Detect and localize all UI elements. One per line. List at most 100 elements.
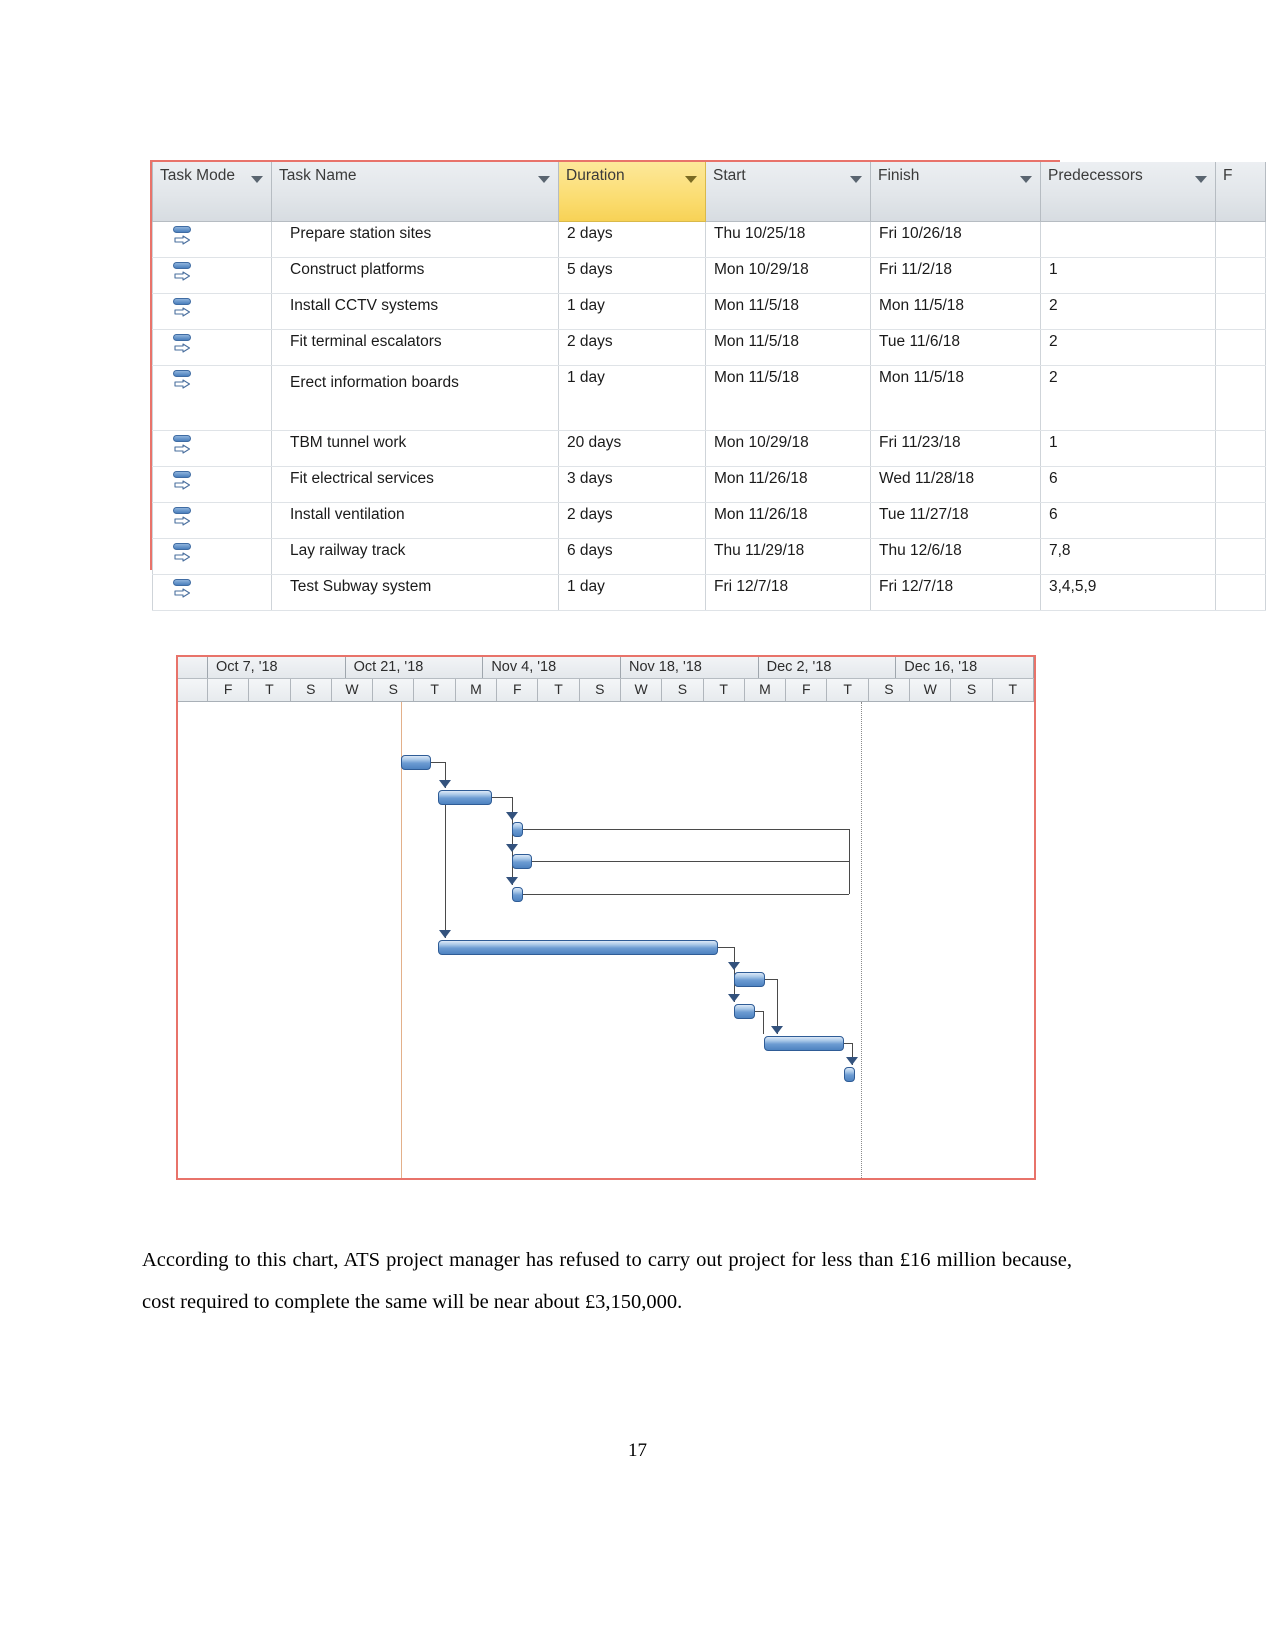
gantt-bar[interactable] bbox=[734, 1004, 755, 1019]
table-row[interactable]: Install CCTV systems 1 day Mon 11/5/18 Mon … bbox=[152, 293, 1266, 330]
chevron-down-icon[interactable] bbox=[685, 176, 697, 183]
cell-start[interactable]: Thu 10/25/18 bbox=[705, 221, 871, 258]
column-header-finish[interactable]: Finish bbox=[870, 162, 1041, 222]
auto-schedule-icon bbox=[173, 369, 195, 393]
gantt-bar[interactable] bbox=[734, 972, 765, 987]
cell-predecessors[interactable]: 6 bbox=[1040, 466, 1216, 503]
gantt-bar[interactable] bbox=[438, 940, 718, 955]
cell-start[interactable]: Mon 11/5/18 bbox=[705, 293, 871, 330]
cell-task-name[interactable]: Install ventilation bbox=[271, 502, 559, 539]
table-row[interactable]: Fit electrical services 3 days Mon 11/26/1… bbox=[152, 466, 1266, 503]
cell-task-name[interactable]: Lay railway track bbox=[271, 538, 559, 575]
cell-duration[interactable]: 5 days bbox=[558, 257, 706, 294]
table-row[interactable]: Install ventilation 2 days Mon 11/26/18 Tue… bbox=[152, 502, 1266, 539]
cell-task-name[interactable]: Fit terminal escalators bbox=[271, 329, 559, 366]
cell-predecessors[interactable]: 2 bbox=[1040, 365, 1216, 431]
column-header-truncated[interactable]: F bbox=[1215, 162, 1266, 222]
cell-duration[interactable]: 3 days bbox=[558, 466, 706, 503]
cell-truncated bbox=[1215, 293, 1266, 330]
cell-duration[interactable]: 1 day bbox=[558, 293, 706, 330]
cell-task-mode[interactable] bbox=[152, 574, 272, 611]
chevron-down-icon[interactable] bbox=[251, 176, 263, 183]
cell-duration[interactable]: 1 day bbox=[558, 365, 706, 431]
gantt-day-label: W bbox=[621, 679, 663, 701]
cell-task-mode[interactable] bbox=[152, 502, 272, 539]
cell-duration[interactable]: 2 days bbox=[558, 502, 706, 539]
chevron-down-icon[interactable] bbox=[538, 176, 550, 183]
cell-predecessors[interactable]: 3,4,5,9 bbox=[1040, 574, 1216, 611]
table-row[interactable]: TBM tunnel work 20 days Mon 10/29/18 Fri 11… bbox=[152, 430, 1266, 467]
cell-task-name[interactable]: Test Subway system bbox=[271, 574, 559, 611]
cell-predecessors[interactable]: 7,8 bbox=[1040, 538, 1216, 575]
cell-duration[interactable]: 6 days bbox=[558, 538, 706, 575]
gantt-bar[interactable] bbox=[401, 755, 431, 770]
table-row[interactable]: Test Subway system 1 day Fri 12/7/18 Fri 12… bbox=[152, 574, 1266, 611]
cell-task-mode[interactable] bbox=[152, 221, 272, 258]
gantt-link-segment bbox=[492, 797, 512, 798]
cell-predecessors[interactable]: 2 bbox=[1040, 293, 1216, 330]
gantt-bar[interactable] bbox=[764, 1036, 844, 1051]
table-row[interactable]: Erect information boards 1 day Mon 11/5/18… bbox=[152, 365, 1266, 431]
cell-task-mode[interactable] bbox=[152, 430, 272, 467]
cell-start[interactable]: Thu 11/29/18 bbox=[705, 538, 871, 575]
cell-duration[interactable]: 2 days bbox=[558, 221, 706, 258]
cell-task-mode[interactable] bbox=[152, 466, 272, 503]
gantt-bar[interactable] bbox=[512, 822, 523, 837]
column-header-task-mode[interactable]: Task Mode bbox=[152, 162, 272, 222]
cell-finish[interactable]: Fri 12/7/18 bbox=[870, 574, 1041, 611]
cell-predecessors[interactable]: 1 bbox=[1040, 257, 1216, 294]
table-row[interactable]: Fit terminal escalators 2 days Mon 11/5/18… bbox=[152, 329, 1266, 366]
cell-predecessors[interactable]: 2 bbox=[1040, 329, 1216, 366]
cell-start[interactable]: Mon 11/5/18 bbox=[705, 365, 871, 431]
cell-predecessors[interactable]: 6 bbox=[1040, 502, 1216, 539]
gantt-bar[interactable] bbox=[844, 1067, 855, 1082]
table-row[interactable]: Lay railway track 6 days Thu 11/29/18 Thu 1… bbox=[152, 538, 1266, 575]
column-header-duration[interactable]: Duration bbox=[558, 162, 706, 222]
cell-start[interactable]: Mon 10/29/18 bbox=[705, 257, 871, 294]
table-row[interactable]: Construct platforms 5 days Mon 10/29/18 Fri… bbox=[152, 257, 1266, 294]
cell-finish[interactable]: Fri 10/26/18 bbox=[870, 221, 1041, 258]
chevron-down-icon[interactable] bbox=[850, 176, 862, 183]
chevron-down-icon[interactable] bbox=[1020, 176, 1032, 183]
cell-finish[interactable]: Mon 11/5/18 bbox=[870, 293, 1041, 330]
cell-finish[interactable]: Mon 11/5/18 bbox=[870, 365, 1041, 431]
gantt-progress-line bbox=[861, 702, 862, 1178]
gantt-link-arrow bbox=[728, 962, 740, 970]
gantt-day-label: T bbox=[704, 679, 745, 701]
cell-task-name[interactable]: Install CCTV systems bbox=[271, 293, 559, 330]
cell-finish[interactable]: Thu 12/6/18 bbox=[870, 538, 1041, 575]
cell-finish[interactable]: Tue 11/27/18 bbox=[870, 502, 1041, 539]
cell-start[interactable]: Mon 10/29/18 bbox=[705, 430, 871, 467]
cell-task-name[interactable]: Fit electrical services bbox=[271, 466, 559, 503]
gantt-bar[interactable] bbox=[512, 854, 532, 869]
table-row[interactable]: Prepare station sites 2 days Thu 10/25/18 F… bbox=[152, 221, 1266, 258]
cell-start[interactable]: Fri 12/7/18 bbox=[705, 574, 871, 611]
cell-finish[interactable]: Tue 11/6/18 bbox=[870, 329, 1041, 366]
cell-task-mode[interactable] bbox=[152, 257, 272, 294]
column-header-task-name[interactable]: Task Name bbox=[271, 162, 559, 222]
cell-predecessors[interactable]: 1 bbox=[1040, 430, 1216, 467]
cell-start[interactable]: Mon 11/26/18 bbox=[705, 466, 871, 503]
cell-duration[interactable]: 1 day bbox=[558, 574, 706, 611]
cell-task-name[interactable]: TBM tunnel work bbox=[271, 430, 559, 467]
gantt-bar[interactable] bbox=[512, 887, 523, 902]
cell-finish[interactable]: Fri 11/23/18 bbox=[870, 430, 1041, 467]
cell-start[interactable]: Mon 11/5/18 bbox=[705, 329, 871, 366]
cell-start[interactable]: Mon 11/26/18 bbox=[705, 502, 871, 539]
cell-finish[interactable]: Wed 11/28/18 bbox=[870, 466, 1041, 503]
cell-duration[interactable]: 20 days bbox=[558, 430, 706, 467]
cell-task-mode[interactable] bbox=[152, 329, 272, 366]
column-header-predecessors[interactable]: Predecessors bbox=[1040, 162, 1216, 222]
gantt-bar[interactable] bbox=[438, 790, 492, 805]
cell-task-name[interactable]: Erect information boards bbox=[271, 365, 559, 431]
cell-finish[interactable]: Fri 11/2/18 bbox=[870, 257, 1041, 294]
cell-task-mode[interactable] bbox=[152, 538, 272, 575]
cell-duration[interactable]: 2 days bbox=[558, 329, 706, 366]
cell-task-mode[interactable] bbox=[152, 365, 272, 431]
column-header-start[interactable]: Start bbox=[705, 162, 871, 222]
cell-task-name[interactable]: Prepare station sites bbox=[271, 221, 559, 258]
cell-task-name[interactable]: Construct platforms bbox=[271, 257, 559, 294]
cell-predecessors[interactable] bbox=[1040, 221, 1216, 258]
chevron-down-icon[interactable] bbox=[1195, 176, 1207, 183]
cell-task-mode[interactable] bbox=[152, 293, 272, 330]
